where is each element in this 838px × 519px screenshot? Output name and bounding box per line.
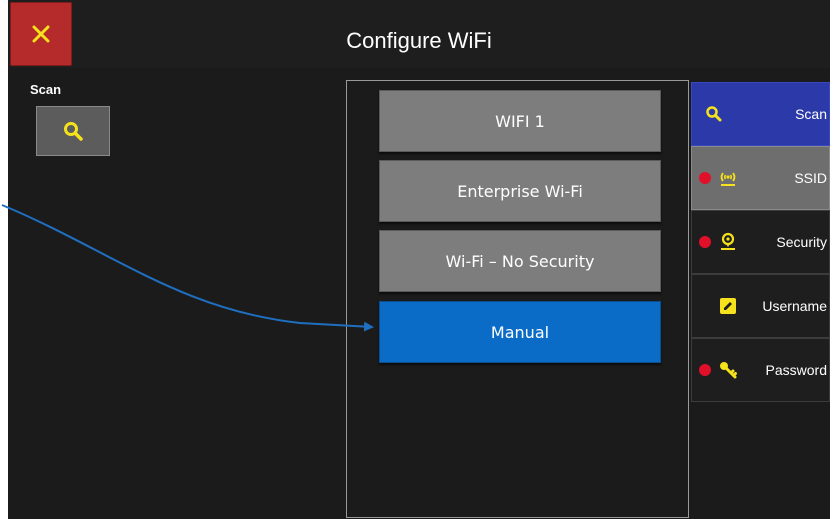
scan-label: Scan <box>30 82 62 97</box>
required-indicator <box>699 236 711 248</box>
sidebar-item-username[interactable]: Username <box>691 274 830 338</box>
sidebar-item-ssid[interactable]: SSID <box>691 146 830 210</box>
network-item-manual[interactable]: Manual <box>379 301 661 363</box>
scan-button[interactable] <box>36 106 110 156</box>
required-indicator <box>699 364 711 376</box>
page-title: Configure WiFi <box>346 28 492 53</box>
sidebar-item-label: Username <box>762 298 827 314</box>
sidebar-item-security[interactable]: Security <box>691 210 830 274</box>
required-indicator <box>699 172 711 184</box>
pencil-icon <box>720 298 736 314</box>
wifi-antenna-icon <box>720 172 736 186</box>
search-icon <box>706 106 722 122</box>
network-item-wifi-1[interactable]: WIFI 1 <box>379 90 661 152</box>
header-bar: Configure WiFi <box>8 0 830 68</box>
network-list: WIFI 1 Enterprise Wi-Fi Wi-Fi – No Secur… <box>346 80 689 518</box>
sidebar-item-label: Security <box>776 234 827 250</box>
sidebar-item-scan[interactable]: Scan <box>691 82 830 146</box>
sidebar-item-label: Password <box>765 362 827 378</box>
wifi-config-screen: Configure WiFi Scan WIFI 1 Enterprise Wi… <box>8 0 830 519</box>
network-item-no-security[interactable]: Wi-Fi – No Security <box>379 230 661 292</box>
security-pin-icon <box>721 232 735 250</box>
sidebar-item-label: Scan <box>795 106 827 122</box>
sidebar-item-label: SSID <box>794 170 827 186</box>
search-icon <box>64 122 83 141</box>
network-item-enterprise[interactable]: Enterprise Wi-Fi <box>379 160 661 222</box>
sidebar-item-password[interactable]: Password <box>691 338 830 402</box>
key-icon <box>720 362 737 379</box>
